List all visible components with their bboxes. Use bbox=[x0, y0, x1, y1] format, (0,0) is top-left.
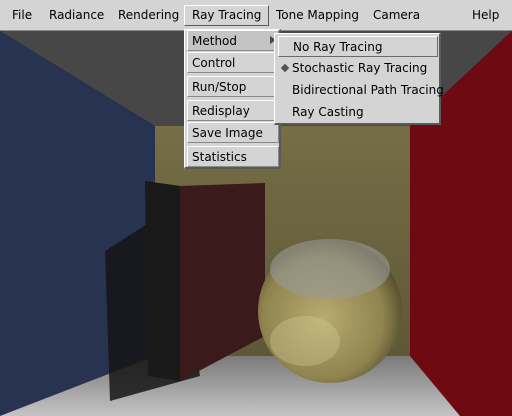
menu-item-redisplay[interactable]: Redisplay bbox=[187, 100, 279, 121]
menu-item-statistics[interactable]: Statistics bbox=[187, 146, 279, 167]
sphere-highlight bbox=[270, 239, 390, 299]
method-stochastic-label: Stochastic Ray Tracing bbox=[292, 61, 428, 75]
method-ray-casting[interactable]: Ray Casting bbox=[278, 102, 438, 123]
ray-tracing-menu: Method Control Run/Stop Redisplay Save I… bbox=[184, 29, 281, 169]
menu-tone-mapping[interactable]: Tone Mapping bbox=[269, 5, 366, 26]
menu-rendering[interactable]: Rendering bbox=[111, 5, 186, 26]
menu-item-save-image[interactable]: Save Image bbox=[187, 122, 279, 143]
menu-item-run-stop[interactable]: Run/Stop bbox=[187, 76, 279, 97]
menu-item-method-label: Method bbox=[192, 34, 238, 48]
menu-item-method[interactable]: Method bbox=[187, 30, 279, 51]
method-stochastic-ray-tracing[interactable]: Stochastic Ray Tracing bbox=[278, 58, 438, 79]
sphere-caustic bbox=[270, 316, 340, 366]
menu-file[interactable]: File bbox=[5, 5, 39, 26]
menu-item-control[interactable]: Control bbox=[187, 52, 279, 73]
menu-bar: File Radiance Rendering Ray Tracing Tone… bbox=[0, 0, 512, 31]
menu-radiance[interactable]: Radiance bbox=[42, 5, 111, 26]
method-bidirectional-path-tracing[interactable]: Bidirectional Path Tracing bbox=[278, 80, 444, 101]
method-submenu: No Ray Tracing Stochastic Ray Tracing Bi… bbox=[274, 33, 444, 125]
menu-camera[interactable]: Camera bbox=[366, 5, 427, 26]
menu-help[interactable]: Help bbox=[465, 5, 506, 26]
method-no-ray-tracing[interactable]: No Ray Tracing bbox=[278, 36, 438, 57]
box-left-face bbox=[145, 181, 180, 381]
selected-radio-icon bbox=[280, 63, 290, 73]
menu-ray-tracing[interactable]: Ray Tracing bbox=[184, 5, 269, 26]
